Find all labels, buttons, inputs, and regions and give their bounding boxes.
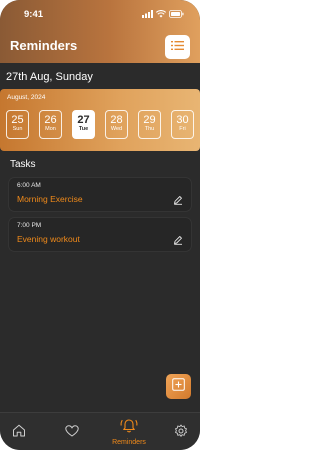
status-bar: 9:41 [0, 0, 200, 28]
tasks-heading: Tasks [10, 159, 36, 170]
nav-reminders[interactable]: Reminders [104, 413, 154, 450]
signal-icon [142, 10, 153, 18]
bottom-nav: Reminders [0, 412, 200, 450]
day-weekday: Sun [12, 126, 23, 132]
menu-button[interactable] [165, 35, 190, 59]
day-number: 28 [110, 114, 123, 126]
status-time: 9:41 [24, 9, 44, 20]
nav-settings[interactable] [173, 413, 189, 450]
day-number: 25 [11, 114, 24, 126]
plus-icon [172, 377, 185, 396]
task-time: 6:00 AM [17, 182, 41, 189]
day-number: 29 [143, 114, 156, 126]
task-card[interactable]: 7:00 PM Evening workout [9, 218, 191, 251]
day-26[interactable]: 26 Mon [39, 110, 62, 139]
calendar-month: August, 2024 [7, 94, 46, 101]
task-name: Morning Exercise [17, 194, 83, 204]
nav-label-reminders: Reminders [112, 439, 146, 446]
day-weekday: Tue [78, 126, 89, 132]
day-25[interactable]: 25 Sun [6, 110, 29, 139]
day-30[interactable]: 30 Fri [171, 110, 194, 139]
page-title: Reminders [10, 38, 78, 53]
header: 9:41 Reminders [0, 0, 200, 63]
date-heading: 27th Aug, Sunday [6, 71, 93, 83]
status-icons [142, 9, 184, 19]
task-card[interactable]: 6:00 AM Morning Exercise [9, 178, 191, 211]
day-weekday: Wed [110, 126, 123, 132]
home-icon [12, 424, 26, 442]
task-name: Evening workout [17, 234, 80, 244]
edit-icon[interactable] [173, 192, 183, 205]
day-number: 27 [77, 114, 90, 126]
add-task-button[interactable] [166, 374, 191, 399]
heart-icon [65, 424, 79, 442]
day-number: 26 [44, 114, 57, 126]
battery-icon [169, 10, 184, 18]
alarm-icon [119, 417, 139, 438]
task-time: 7:00 PM [17, 222, 42, 229]
day-number: 30 [176, 114, 189, 126]
app-screen: 9:41 Reminders 27th Aug, Sunday August, … [0, 0, 200, 450]
day-28[interactable]: 28 Wed [105, 110, 128, 139]
list-icon [171, 38, 184, 56]
gear-icon [174, 424, 188, 443]
day-weekday: Fri [179, 126, 186, 132]
day-weekday: Mon [45, 126, 56, 132]
nav-home[interactable] [11, 413, 27, 450]
nav-favorites[interactable] [64, 413, 80, 450]
wifi-icon [156, 10, 166, 18]
calendar-strip: August, 2024 25 Sun 26 Mon 27 Tue 28 Wed… [0, 89, 200, 151]
day-weekday: Thu [144, 126, 155, 132]
edit-icon[interactable] [173, 232, 183, 245]
day-29[interactable]: 29 Thu [138, 110, 161, 139]
day-27-selected[interactable]: 27 Tue [72, 110, 95, 139]
